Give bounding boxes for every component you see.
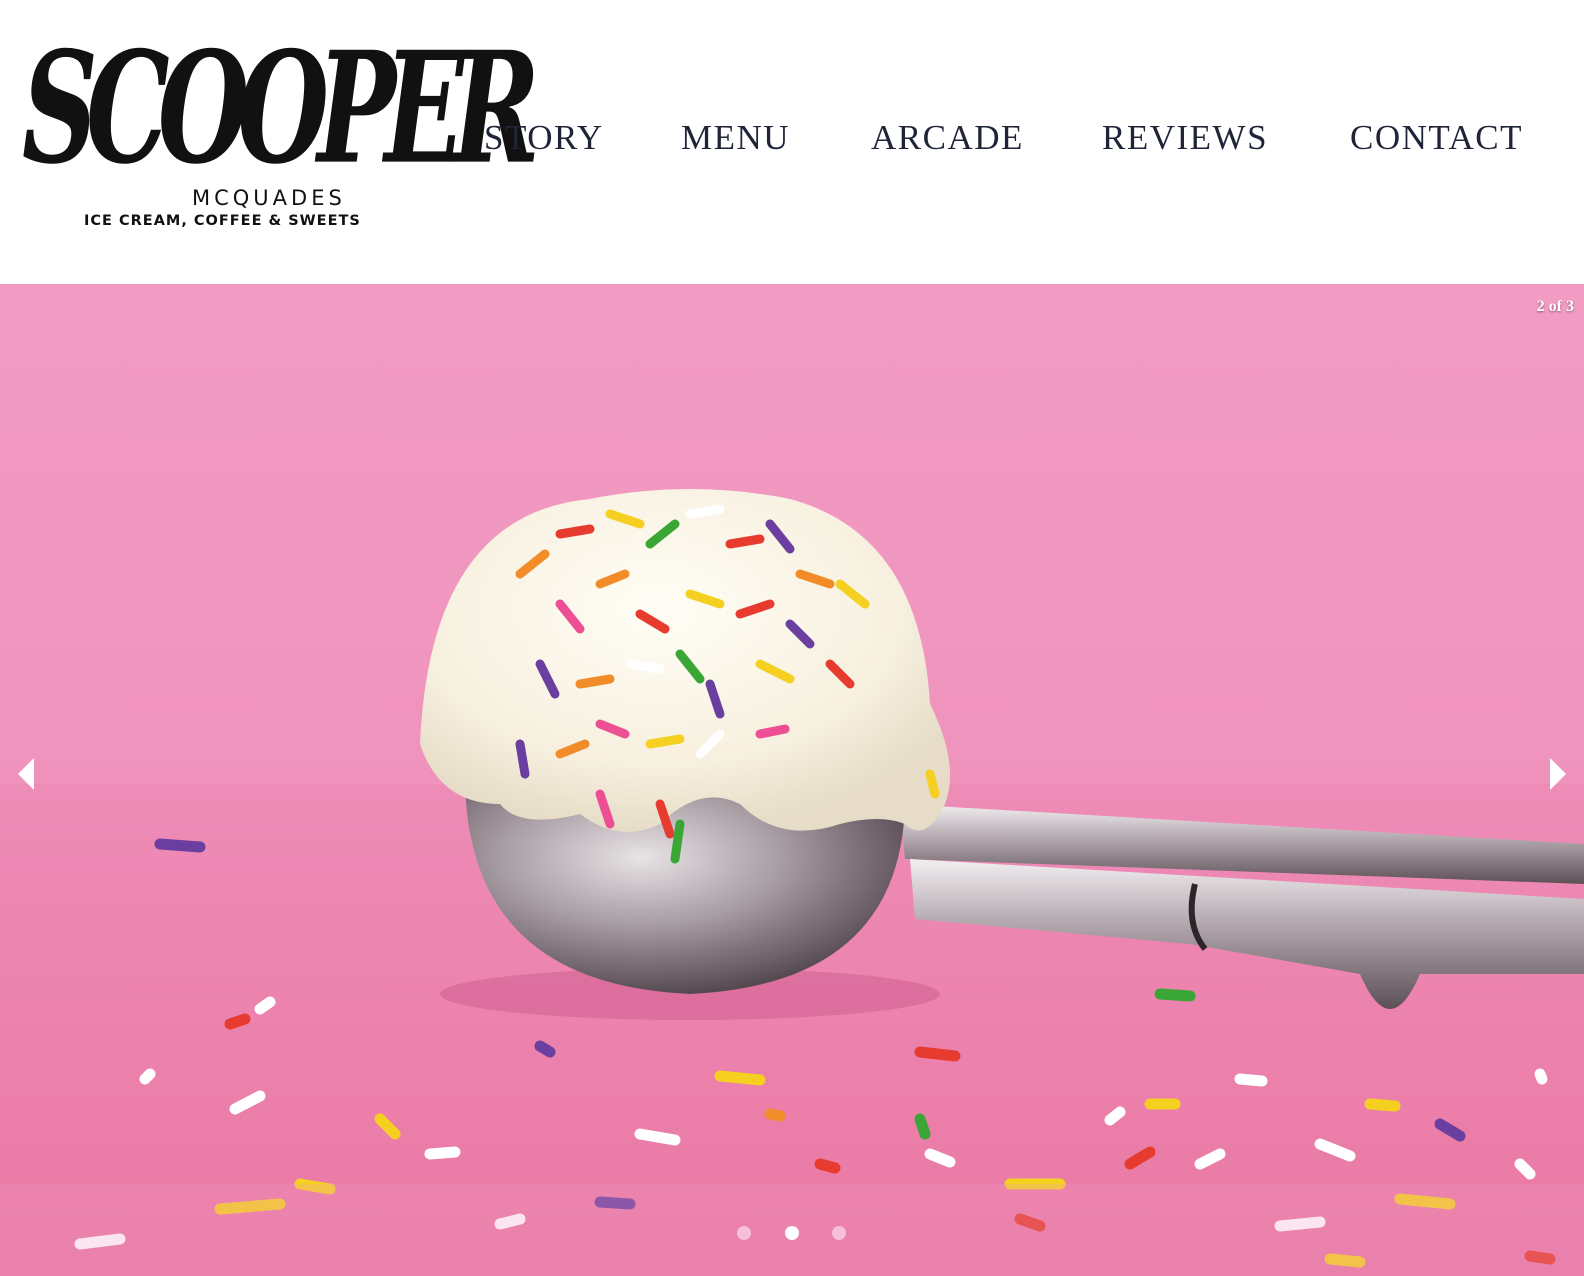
nav-item-menu[interactable]: MENU bbox=[681, 118, 790, 158]
hero-slideshow: 2 of 3 bbox=[0, 284, 1584, 1276]
nav-item-contact[interactable]: CONTACT bbox=[1350, 118, 1523, 158]
nav-item-arcade[interactable]: ARCADE bbox=[871, 118, 1024, 158]
slide-dot-1[interactable] bbox=[737, 1226, 751, 1240]
triangle-right-icon bbox=[1550, 758, 1566, 790]
triangle-left-icon bbox=[18, 758, 34, 790]
prev-slide-button[interactable] bbox=[14, 756, 40, 792]
slide-counter: 2 of 3 bbox=[1536, 298, 1574, 315]
site-header: SCOOPER MCQUADES ICE CREAM, COFFEE & SWE… bbox=[0, 0, 1584, 284]
logo-sub: MCQUADES bbox=[192, 186, 346, 210]
hero-image bbox=[0, 284, 1584, 1276]
slide-dots bbox=[0, 1224, 1584, 1244]
slide-dot-2-active[interactable] bbox=[785, 1226, 799, 1240]
slide-dot-3[interactable] bbox=[832, 1226, 846, 1240]
main-nav: STORY MENU ARCADE REVIEWS CONTACT bbox=[0, 118, 1584, 164]
nav-item-story[interactable]: STORY bbox=[484, 118, 604, 158]
logo-tagline: ICE CREAM, COFFEE & SWEETS bbox=[84, 213, 361, 229]
next-slide-button[interactable] bbox=[1544, 756, 1570, 792]
nav-item-reviews[interactable]: REVIEWS bbox=[1102, 118, 1268, 158]
